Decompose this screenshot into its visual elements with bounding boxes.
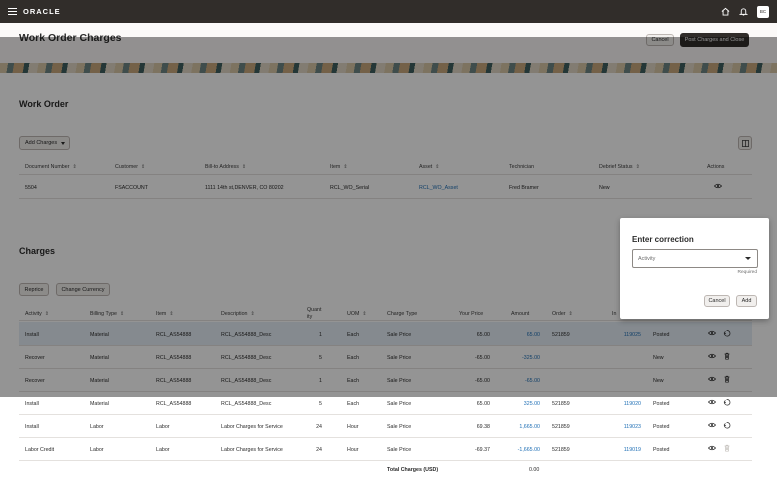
cell-charge-type: Sale Price <box>387 447 412 453</box>
cell-activity: Install <box>25 401 39 407</box>
delete-icon <box>724 444 730 452</box>
enter-correction-dialog: Enter correction Activity Required Cance… <box>620 218 769 319</box>
view-icon[interactable] <box>708 399 716 405</box>
modal-overlay[interactable] <box>0 37 777 397</box>
undo-icon[interactable] <box>723 421 731 429</box>
cell-uom: Each <box>347 401 360 407</box>
undo-icon[interactable] <box>723 398 731 406</box>
total-charges-label: Total Charges (USD) <box>387 467 439 473</box>
cell-amount[interactable]: -1,665.00 <box>480 447 540 453</box>
divider <box>19 460 752 461</box>
dialog-cancel-button[interactable]: Cancel <box>704 295 730 307</box>
select-value: Activity <box>638 255 656 262</box>
cell-order: 521859 <box>552 424 570 430</box>
required-hint: Required <box>737 270 757 275</box>
cell-charge-type: Sale Price <box>387 424 412 430</box>
cell-activity: Install <box>25 424 39 430</box>
cell-order: 521859 <box>552 447 570 453</box>
cell-quantity: 24 <box>316 447 322 453</box>
cell-billing-type: Labor <box>90 447 104 453</box>
cell-amount[interactable]: 1,665.00 <box>480 424 540 430</box>
cell-quantity: 5 <box>319 401 322 407</box>
cell-uom: Hour <box>347 447 359 453</box>
view-icon[interactable] <box>708 445 716 451</box>
cell-uom: Hour <box>347 424 359 430</box>
cell-quantity: 24 <box>316 424 322 430</box>
cell-billing-type: Labor <box>90 424 104 430</box>
total-charges-value: 0.00 <box>529 467 540 473</box>
divider <box>19 437 752 438</box>
cell-status: Posted <box>653 447 670 453</box>
cell-status: Posted <box>653 401 670 407</box>
cell-activity: Labor Credit <box>25 447 55 453</box>
cell-invoice[interactable]: 119020 <box>581 401 641 407</box>
divider <box>19 414 752 415</box>
dialog-add-button[interactable]: Add <box>736 295 757 307</box>
cell-charge-type: Sale Price <box>387 401 412 407</box>
bell-icon[interactable] <box>739 7 748 16</box>
global-header: ORACLE BC <box>0 0 777 23</box>
cell-status: Posted <box>653 424 670 430</box>
cell-amount[interactable]: 325.00 <box>480 401 540 407</box>
cell-item: RCL_AS54888 <box>156 401 192 407</box>
home-icon[interactable] <box>721 7 730 16</box>
caret-down-icon <box>745 257 751 260</box>
cell-invoice[interactable]: 119023 <box>581 424 641 430</box>
cell-order: 521859 <box>552 401 570 407</box>
dialog-title: Enter correction <box>632 235 694 244</box>
menu-icon[interactable] <box>8 8 17 15</box>
cell-invoice[interactable]: 119019 <box>581 447 641 453</box>
activity-select[interactable]: Activity <box>632 249 758 268</box>
view-icon[interactable] <box>708 422 716 428</box>
cell-item: Labor <box>156 447 170 453</box>
oracle-logo: ORACLE <box>23 7 61 16</box>
avatar[interactable]: BC <box>757 5 769 18</box>
cell-billing-type: Material <box>90 401 109 407</box>
cell-item: Labor <box>156 424 170 430</box>
